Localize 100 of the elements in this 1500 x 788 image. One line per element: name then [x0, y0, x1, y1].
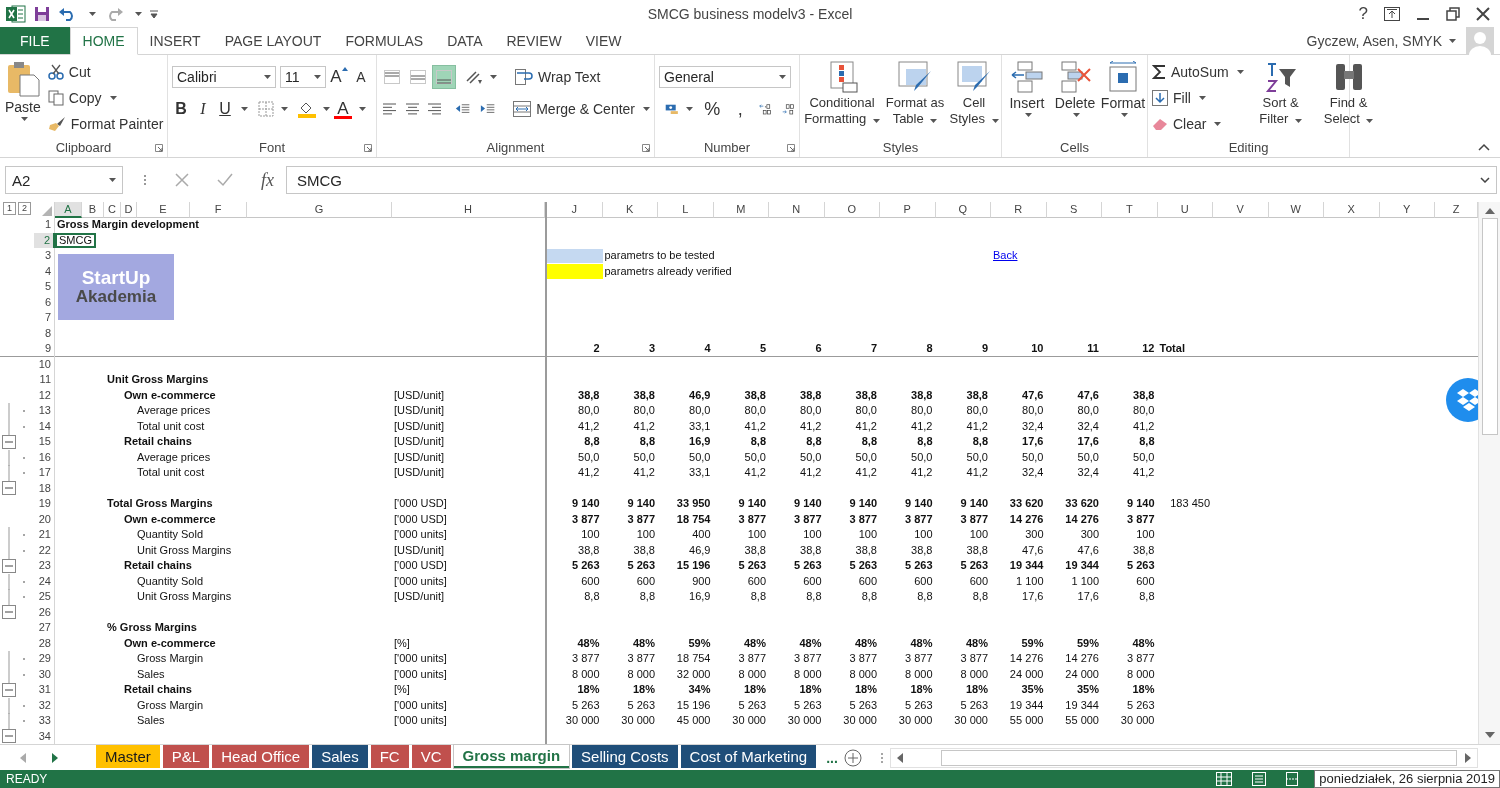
merge-center-button[interactable]: Merge & Center [513, 98, 650, 120]
outline-level-button[interactable]: 1 [3, 202, 16, 215]
row-header[interactable]: 17 [34, 465, 55, 481]
ribbon-tab[interactable]: DATA [435, 27, 495, 54]
row-header[interactable]: 5 [34, 279, 55, 295]
scroll-right-icon[interactable] [1465, 752, 1471, 763]
autosum-button[interactable]: AutoSum [1152, 61, 1244, 83]
ribbon-tab[interactable]: PAGE LAYOUT [212, 27, 334, 54]
row-header[interactable]: 1 [34, 217, 55, 233]
add-sheet-icon[interactable] [843, 748, 862, 767]
decrease-indent-icon[interactable] [454, 102, 470, 116]
column-header[interactable]: K [602, 202, 658, 218]
fill-color-icon[interactable] [298, 100, 316, 118]
row-header[interactable]: 26 [34, 604, 55, 620]
column-header[interactable]: O [824, 202, 880, 218]
sheet-tab[interactable]: Gross margin [453, 745, 570, 768]
row-header[interactable]: 10 [34, 356, 55, 372]
ribbon-tab[interactable]: HOME [69, 27, 138, 55]
row-header[interactable]: 23 [34, 558, 55, 574]
scroll-left-icon[interactable] [896, 752, 903, 763]
comma-style-button[interactable]: , [731, 98, 750, 120]
collapse-button[interactable] [2, 434, 16, 449]
cells-button[interactable]: Insert [1006, 59, 1048, 137]
column-header[interactable]: F [190, 202, 247, 218]
sheet-tab[interactable]: Master [96, 745, 160, 768]
dialog-launcher-icon[interactable] [364, 144, 372, 152]
ribbon-tab[interactable]: FORMULAS [333, 27, 436, 54]
horizontal-scrollbar[interactable] [889, 747, 1478, 768]
column-header[interactable]: N [769, 202, 825, 218]
row-header[interactable]: 4 [34, 263, 55, 279]
column-header[interactable]: X [1324, 202, 1380, 218]
column-header[interactable]: P [880, 202, 936, 218]
styles-button[interactable]: Format as Table [882, 59, 948, 137]
ribbon-tab[interactable]: VIEW [573, 27, 634, 54]
row-header[interactable]: 20 [34, 511, 55, 527]
row-header[interactable]: 18 [34, 480, 55, 496]
insert-function-button[interactable]: fx [261, 169, 274, 191]
ribbon-tab[interactable]: INSERT [137, 27, 213, 54]
close-icon[interactable] [1476, 6, 1490, 21]
help-button[interactable]: ? [1358, 3, 1368, 24]
font-name-dropdown[interactable]: Calibri [172, 66, 276, 88]
row-header[interactable]: 7 [34, 310, 55, 326]
sheet-tab[interactable]: FC [370, 745, 409, 768]
column-header[interactable]: R [991, 202, 1047, 218]
sheet-tab[interactable]: Head Office [212, 745, 310, 768]
paste-button[interactable]: Paste [4, 59, 42, 137]
grow-font-button[interactable]: A [330, 66, 348, 88]
row-header[interactable]: 15 [34, 434, 55, 450]
wrap-text-button[interactable]: Wrap Text [515, 66, 601, 88]
cut-button[interactable]: Cut [47, 61, 164, 83]
fill-button[interactable]: Fill [1152, 87, 1244, 109]
check-icon[interactable] [217, 173, 233, 187]
increase-decimal-icon[interactable] [759, 101, 773, 117]
column-header[interactable]: U [1157, 202, 1213, 218]
row-header[interactable]: 12 [34, 387, 55, 403]
column-header[interactable]: A [55, 202, 82, 218]
row-header[interactable]: 8 [34, 325, 55, 341]
column-header[interactable]: B [82, 202, 104, 218]
row-header[interactable]: 28 [34, 635, 55, 651]
next-sheet-icon[interactable] [52, 752, 58, 763]
find-select-button[interactable]: Find & Select [1317, 59, 1380, 137]
row-header[interactable]: 29 [34, 651, 55, 667]
name-box[interactable]: A2 [5, 166, 123, 194]
restore-icon[interactable] [1446, 6, 1460, 21]
row-header[interactable]: 6 [34, 294, 55, 310]
number-format-dropdown[interactable]: General [659, 66, 791, 88]
copy-button[interactable]: Copy [47, 87, 164, 109]
spreadsheet-app-icon[interactable] [6, 4, 26, 23]
outline-level-button[interactable]: 2 [18, 202, 31, 215]
row-header[interactable]: 32 [34, 697, 55, 714]
save-icon[interactable] [34, 5, 50, 22]
column-header[interactable]: C [104, 202, 121, 218]
back-link[interactable]: Back [991, 248, 1047, 264]
collapse-button[interactable] [2, 682, 16, 697]
row-header[interactable]: 16 [34, 449, 55, 466]
column-header[interactable]: V [1213, 202, 1269, 218]
styles-button[interactable]: Conditional Formatting [802, 59, 882, 137]
cells-button[interactable]: Delete [1054, 59, 1096, 137]
vertical-scrollbar[interactable] [1478, 202, 1500, 744]
expand-caret-icon[interactable] [1480, 177, 1490, 183]
row-header[interactable]: 19 [34, 496, 55, 512]
normal-view-icon[interactable] [1216, 772, 1233, 786]
row-header[interactable]: 34 [34, 728, 55, 744]
italic-button[interactable]: I [194, 98, 212, 120]
font-size-dropdown[interactable]: 11 [280, 66, 326, 88]
row-header[interactable]: 22 [34, 542, 55, 559]
scroll-down-icon[interactable] [1484, 732, 1495, 738]
column-header[interactable]: G [247, 202, 392, 218]
sort-filter-button[interactable]: Sort & Filter [1249, 59, 1312, 137]
clear-button[interactable]: Clear [1152, 113, 1244, 135]
collapse-button[interactable] [2, 729, 16, 744]
page-break-view-icon[interactable] [1286, 772, 1299, 786]
row-header[interactable]: 14 [34, 418, 55, 435]
formula-field[interactable]: SMCG [286, 166, 1497, 194]
styles-button[interactable]: Cell Styles [948, 59, 1000, 137]
dialog-launcher-icon[interactable] [787, 144, 795, 152]
underline-button[interactable]: U [216, 98, 234, 120]
column-header[interactable]: T [1102, 202, 1158, 218]
user-name[interactable]: Gyczew, Asen, SMYK [1306, 32, 1442, 49]
format-painter-button[interactable]: Format Painter [47, 113, 164, 135]
